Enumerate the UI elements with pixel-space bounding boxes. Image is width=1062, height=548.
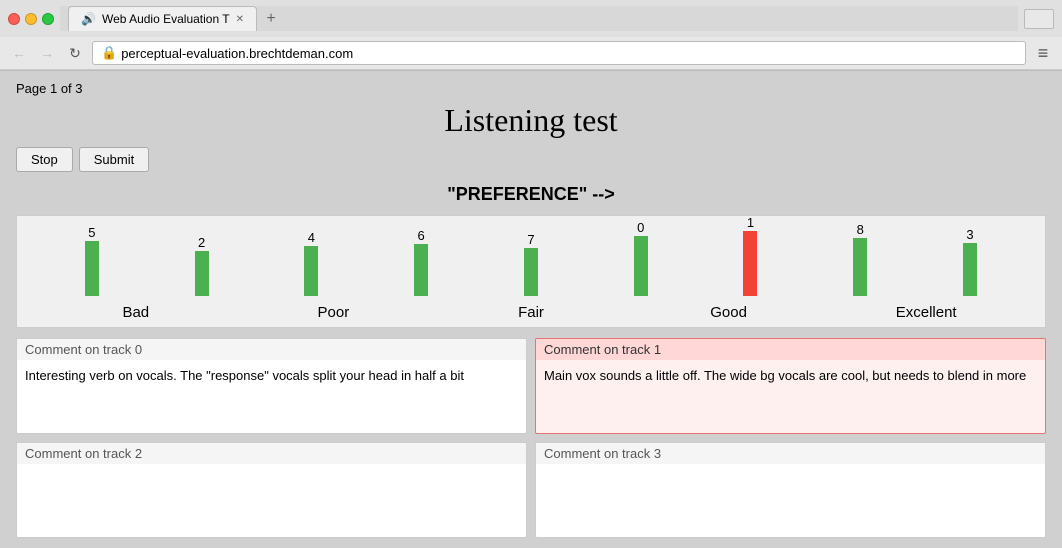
comment-input-2[interactable] xyxy=(17,464,526,534)
track-bar[interactable] xyxy=(85,241,99,296)
page-content: Page 1 of 3 Listening test Stop Submit "… xyxy=(0,71,1062,548)
slider-label-excellent: Excellent xyxy=(886,304,966,321)
tab-bar: 🔊 Web Audio Evaluation T ✕ + xyxy=(60,6,1018,31)
slider-label-fair: Fair xyxy=(491,304,571,321)
track-item-7[interactable]: 7 xyxy=(524,233,538,296)
track-number: 0 xyxy=(637,221,644,234)
track-item-6[interactable]: 6 xyxy=(414,229,428,296)
comment-header-0: Comment on track 0 xyxy=(17,339,526,360)
slider-tracks: 524670183 xyxy=(37,226,1025,296)
comment-input-1[interactable] xyxy=(536,360,1045,430)
slider-label-poor: Poor xyxy=(293,304,373,321)
browser-menu-button[interactable]: ≡ xyxy=(1032,42,1054,64)
track-number: 7 xyxy=(527,233,534,246)
slider-label-good: Good xyxy=(689,304,769,321)
title-bar: 🔊 Web Audio Evaluation T ✕ + xyxy=(0,0,1062,37)
window-controls xyxy=(1024,9,1054,29)
track-bar[interactable] xyxy=(743,231,757,296)
new-tab-button[interactable]: + xyxy=(261,9,281,29)
minimize-button[interactable] xyxy=(25,13,37,25)
comment-input-0[interactable] xyxy=(17,360,526,430)
question-label: "PREFERENCE" --> xyxy=(16,184,1046,205)
comment-header-3: Comment on track 3 xyxy=(536,443,1045,464)
track-bar[interactable] xyxy=(304,246,318,296)
traffic-lights xyxy=(8,13,54,25)
track-item-2[interactable]: 2 xyxy=(195,236,209,296)
nav-bar: ← → ↻ 🔒 perceptual-evaluation.brechtdema… xyxy=(0,37,1062,70)
browser-tab[interactable]: 🔊 Web Audio Evaluation T ✕ xyxy=(68,6,257,31)
track-bar[interactable] xyxy=(853,238,867,296)
track-bar[interactable] xyxy=(634,236,648,296)
track-item-3[interactable]: 3 xyxy=(963,228,977,296)
submit-button[interactable]: Submit xyxy=(79,147,149,172)
track-bar[interactable] xyxy=(963,243,977,296)
controls-bar: Stop Submit xyxy=(16,147,1046,172)
close-button[interactable] xyxy=(8,13,20,25)
track-item-5[interactable]: 5 xyxy=(85,226,99,296)
comment-header-2: Comment on track 2 xyxy=(17,443,526,464)
url-text: perceptual-evaluation.brechtdeman.com xyxy=(121,46,353,61)
lock-icon: 🔒 xyxy=(101,45,117,61)
comment-box-1: Comment on track 1 xyxy=(535,338,1046,434)
slider-labels: Bad Poor Fair Good Excellent xyxy=(37,300,1025,321)
page-title: Listening test xyxy=(16,102,1046,139)
track-item-4[interactable]: 4 xyxy=(304,231,318,296)
tab-title: Web Audio Evaluation T xyxy=(102,12,230,26)
track-number: 3 xyxy=(966,228,973,241)
browser-chrome: 🔊 Web Audio Evaluation T ✕ + ← → ↻ 🔒 per… xyxy=(0,0,1062,71)
forward-button[interactable]: → xyxy=(36,42,58,64)
tab-close-icon[interactable]: ✕ xyxy=(236,14,244,25)
track-number: 8 xyxy=(857,223,864,236)
track-number: 5 xyxy=(88,226,95,239)
tab-icon: 🔊 xyxy=(81,12,96,26)
address-bar[interactable]: 🔒 perceptual-evaluation.brechtdeman.com xyxy=(92,41,1026,65)
track-item-0[interactable]: 0 xyxy=(634,221,648,296)
slider-container: 5 2 4 6 7 0 1 8 3 Bad Poor Fair Good Excellent xyxy=(16,215,1046,328)
page-info: Page 1 of 3 xyxy=(16,81,1046,96)
comment-header-1: Comment on track 1 xyxy=(536,339,1045,360)
slider-label-bad: Bad xyxy=(96,304,176,321)
reload-button[interactable]: ↻ xyxy=(64,42,86,64)
track-bar[interactable] xyxy=(524,248,538,296)
track-bar[interactable] xyxy=(414,244,428,296)
track-number: 2 xyxy=(198,236,205,249)
maximize-button[interactable] xyxy=(42,13,54,25)
comment-box-3: Comment on track 3 xyxy=(535,442,1046,538)
comment-box-0: Comment on track 0 xyxy=(16,338,527,434)
track-item-1[interactable]: 1 xyxy=(743,216,757,296)
track-item-8[interactable]: 8 xyxy=(853,223,867,296)
track-number: 6 xyxy=(418,229,425,242)
track-bar[interactable] xyxy=(195,251,209,296)
comments-grid: Comment on track 0 Comment on track 1 Comm… xyxy=(16,338,1046,538)
comment-input-3[interactable] xyxy=(536,464,1045,534)
back-button[interactable]: ← xyxy=(8,42,30,64)
comment-box-2: Comment on track 2 xyxy=(16,442,527,538)
stop-button[interactable]: Stop xyxy=(16,147,73,172)
track-number: 1 xyxy=(747,216,754,229)
track-number: 4 xyxy=(308,231,315,244)
